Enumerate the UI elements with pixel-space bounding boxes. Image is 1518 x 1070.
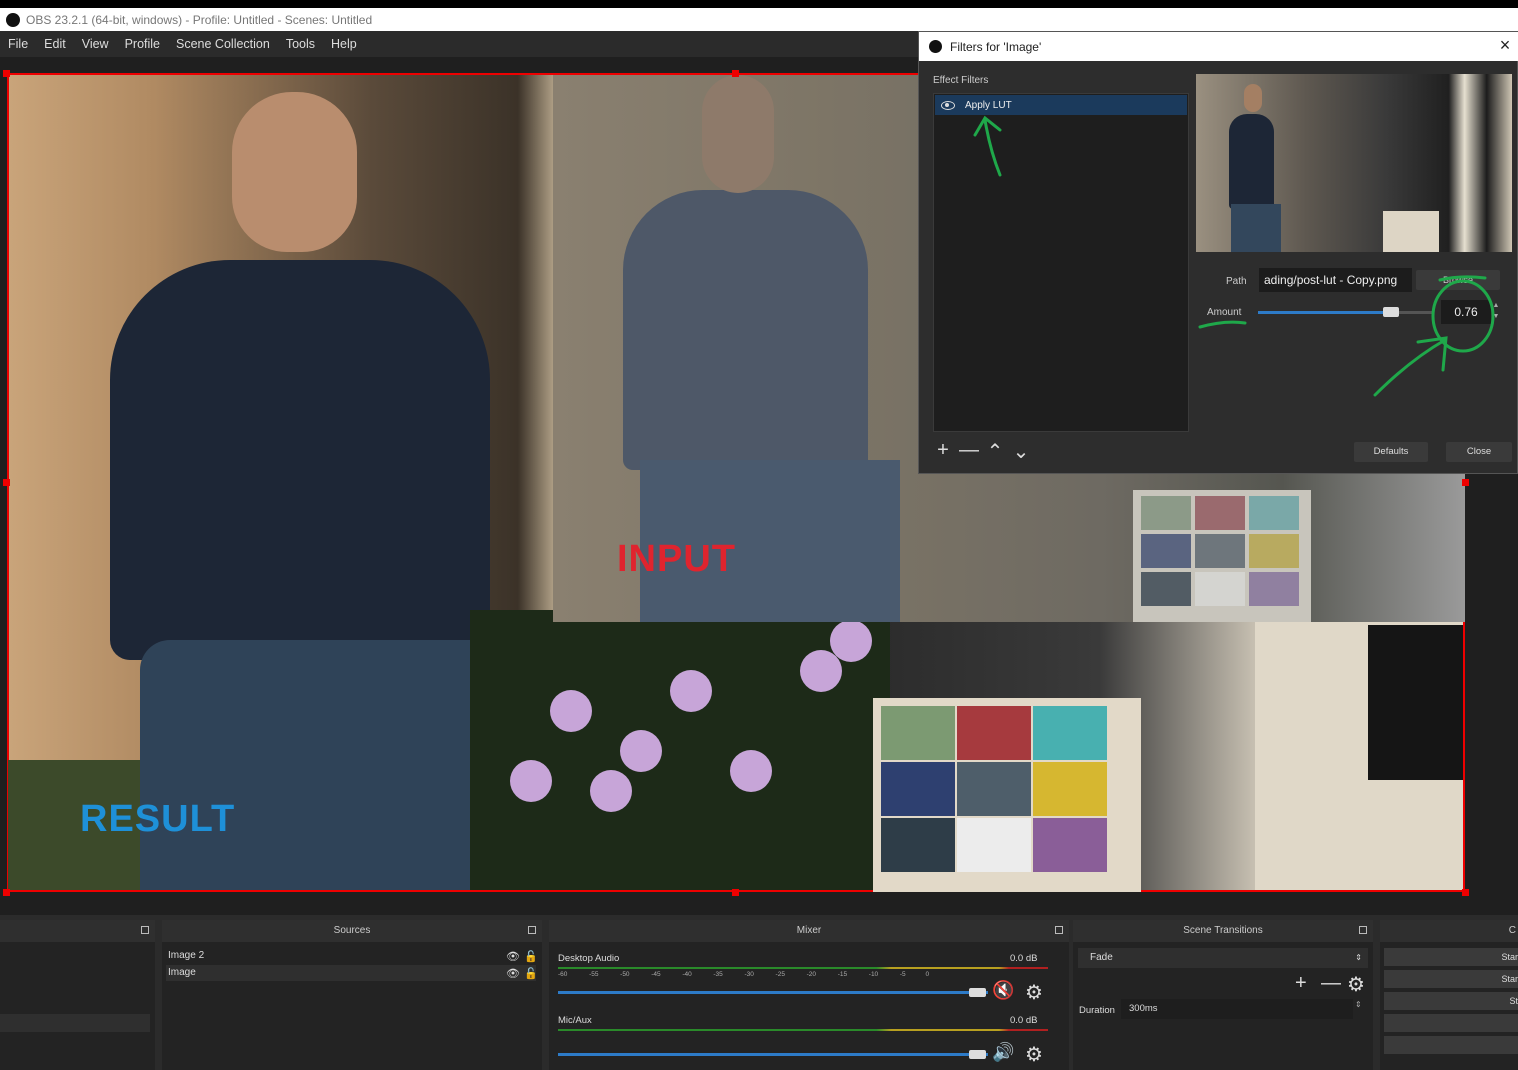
chevron-updown-icon: ⇕	[1355, 953, 1362, 962]
duration-input[interactable]: 300ms	[1121, 999, 1353, 1019]
float-icon[interactable]	[1055, 926, 1063, 934]
scenes-dock	[0, 920, 155, 1070]
lock-icon[interactable]: 🔓	[524, 966, 538, 982]
meter-ticks: -60 -55 -50 -45 -40 -35 -30 -25 -20 -15 …	[558, 971, 930, 978]
audio-meter	[558, 967, 1048, 969]
float-icon[interactable]	[528, 926, 536, 934]
annotation-overlay	[292, 115, 1495, 1022]
source-item-image[interactable]: Image 👁 🔓	[166, 965, 538, 982]
transitions-title: Scene Transitions	[1183, 925, 1263, 936]
volume-slider-handle[interactable]	[969, 1050, 986, 1059]
duration-label: Duration	[1079, 1005, 1115, 1016]
settings-button[interactable]	[1384, 1014, 1518, 1032]
source-item-label: Image	[168, 967, 196, 978]
transitions-dock-header: Scene Transitions	[1073, 920, 1373, 942]
add-transition-icon[interactable]: +	[1295, 972, 1307, 995]
studio-mode-button[interactable]: St	[1384, 992, 1518, 1010]
volume-slider-handle[interactable]	[969, 988, 986, 997]
exit-button[interactable]	[1384, 1036, 1518, 1054]
gear-icon[interactable]: ⚙	[1025, 980, 1043, 1005]
channel-level: 0.0 dB	[1010, 953, 1038, 964]
scenes-dock-header	[0, 920, 155, 942]
chevron-updown-icon[interactable]: ⇕	[1355, 1000, 1362, 1009]
sources-dock: Sources Image 2 👁 🔓 Image 👁 🔓	[162, 920, 542, 1070]
mixer-dock-header: Mixer	[549, 920, 1069, 942]
lock-icon[interactable]: 🔓	[524, 949, 538, 965]
controls-dock: C Star Star St	[1380, 920, 1518, 1070]
controls-dock-header: C	[1380, 920, 1518, 942]
transition-select[interactable]: Fade ⇕	[1078, 948, 1368, 968]
scene-transitions-dock: Scene Transitions Fade ⇕ + — ⚙ Duration …	[1073, 920, 1373, 1070]
channel-level: 0.0 dB	[1010, 1015, 1038, 1026]
channel-name: Mic/Aux	[558, 1015, 592, 1026]
speaker-icon[interactable]: 🔊	[992, 1042, 1014, 1063]
audio-meter	[558, 1029, 1048, 1031]
muted-speaker-icon[interactable]: 🔇	[992, 980, 1014, 1001]
mixer-dock: Mixer Desktop Audio 0.0 dB -60 -55 -50 -…	[549, 920, 1069, 1070]
volume-slider[interactable]	[558, 991, 988, 994]
scene-list-row[interactable]	[0, 1014, 150, 1032]
start-streaming-button[interactable]: Star	[1384, 948, 1518, 966]
underline-amount-annotation	[1198, 320, 1247, 329]
float-icon[interactable]	[1359, 926, 1367, 934]
float-icon[interactable]	[141, 926, 149, 934]
controls-title: C	[1508, 925, 1516, 936]
arrow-to-filter-annotation	[973, 115, 1002, 177]
source-item-image-2[interactable]: Image 2 👁 🔓	[166, 948, 538, 965]
arrow-to-amount-annotation	[1373, 336, 1448, 397]
sources-title: Sources	[333, 925, 371, 936]
channel-name: Desktop Audio	[558, 953, 620, 964]
sources-dock-header: Sources	[162, 920, 542, 942]
start-recording-button[interactable]: Star	[1384, 970, 1518, 988]
eye-icon[interactable]: 👁	[506, 966, 520, 982]
gear-icon[interactable]: ⚙	[1025, 1042, 1043, 1067]
gear-icon[interactable]: ⚙	[1347, 972, 1365, 997]
remove-transition-icon[interactable]: —	[1321, 972, 1341, 995]
source-item-label: Image 2	[168, 950, 205, 961]
eye-icon[interactable]: 👁	[506, 949, 520, 965]
mixer-title: Mixer	[796, 925, 822, 936]
volume-slider[interactable]	[558, 1053, 988, 1056]
